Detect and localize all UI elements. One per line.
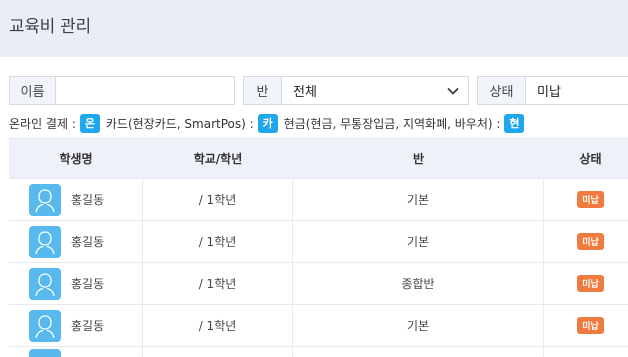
class-name: 종합반: [293, 263, 544, 304]
class-filter-label: 반: [244, 77, 282, 104]
name-input[interactable]: [56, 77, 234, 104]
student-name[interactable]: 홍길동: [71, 191, 104, 208]
header-class[interactable]: 반: [293, 139, 544, 178]
table-header: 학생명 학교/학년 반 상태: [9, 138, 628, 179]
table-row-partial: [9, 347, 628, 357]
tuition-table: 학생명 학교/학년 반 상태 홍길동/ 1학년 기본 미납 홍길동/ 1학년 기본 미납 홍…: [9, 138, 628, 357]
card-payment-label: 카드(현장카드, SmartPos) :: [105, 116, 254, 131]
user-avatar-icon: [29, 267, 61, 300]
student-name[interactable]: 홍길동: [71, 233, 104, 250]
school-grade: / 1학년: [143, 221, 293, 262]
school-grade: / 1학년: [143, 305, 293, 346]
status-cell: 미납: [544, 263, 628, 304]
user-avatar-icon: [29, 183, 61, 216]
school-grade: / 1학년: [143, 263, 293, 304]
cash-payment-label: 현금(현금, 무통장입금, 지역화폐, 바우처) :: [283, 116, 501, 131]
header-status[interactable]: 상태: [544, 139, 628, 178]
status-cell: 미납: [544, 179, 628, 220]
name-filter-label: 이름: [10, 77, 56, 104]
table-row[interactable]: 홍길동 / 1학년 기본 미납: [9, 179, 628, 221]
status-filter[interactable]: 상태 미납: [477, 76, 628, 105]
status-badge: 미납: [577, 317, 604, 334]
user-avatar-icon: [29, 309, 61, 342]
table-row[interactable]: 홍길동 / 1학년 종합반 미납: [9, 263, 628, 305]
page-title: 교육비 관리: [9, 17, 91, 37]
header-school-grade[interactable]: 학교/학년: [143, 139, 293, 178]
status-badge: 미납: [577, 233, 604, 250]
class-select-value[interactable]: 전체: [282, 77, 438, 104]
cash-chip: 현: [504, 113, 525, 133]
status-cell: 미납: [544, 221, 628, 262]
card-chip: 카: [257, 113, 278, 133]
page-header: 교육비 관리: [0, 0, 628, 57]
student-cell: 홍길동: [9, 305, 143, 346]
status-select-value[interactable]: 미납: [526, 77, 628, 104]
class-name: 기본: [293, 221, 544, 262]
school-grade: / 1학년: [143, 179, 293, 220]
status-badge: 미납: [577, 275, 604, 292]
student-cell: 홍길동: [9, 179, 143, 220]
header-student-name[interactable]: 학생명: [9, 139, 143, 178]
online-payment-label: 온라인 결제 :: [9, 116, 76, 131]
chevron-down-icon[interactable]: [438, 77, 468, 104]
student-cell: 홍길동: [9, 221, 143, 262]
class-filter[interactable]: 반 전체: [243, 76, 469, 105]
class-name: 기본: [293, 305, 544, 346]
student-name[interactable]: 홍길동: [71, 275, 104, 292]
user-avatar-icon: [29, 349, 61, 357]
status-badge: 미납: [577, 191, 604, 208]
student-cell: 홍길동: [9, 263, 143, 304]
payment-legend: 온라인 결제 : 온 카드(현장카드, SmartPos) : 카 현금(현금,…: [9, 113, 530, 133]
table-row[interactable]: 홍길동 / 1학년 기본 미납: [9, 221, 628, 263]
class-name: 기본: [293, 179, 544, 220]
online-chip: 온: [79, 113, 100, 133]
table-row[interactable]: 홍길동 / 1학년 기본 미납: [9, 305, 628, 347]
user-avatar-icon: [29, 225, 61, 258]
status-cell: 미납: [544, 305, 628, 346]
student-name[interactable]: 홍길동: [71, 317, 104, 334]
name-filter: 이름: [9, 76, 235, 105]
status-filter-label: 상태: [478, 77, 526, 104]
